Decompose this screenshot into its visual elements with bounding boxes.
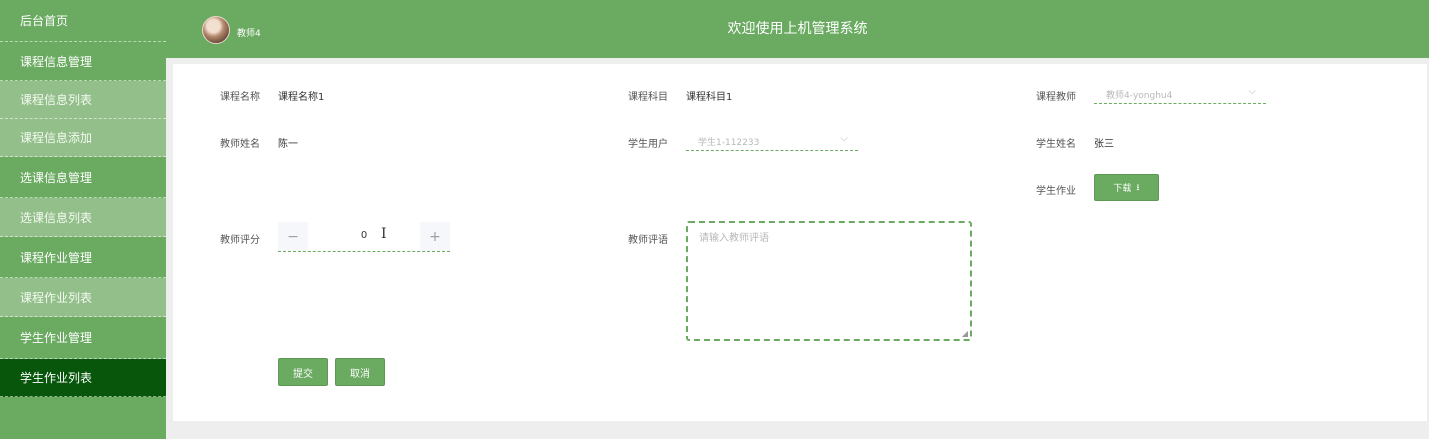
teacher-comment-label: 教师评语 [628,235,668,246]
sidebar-group-course-homework[interactable]: 课程作业管理 [0,237,166,278]
app-root: 后台首页 课程信息管理 课程信息列表 课程信息添加 选课信息管理 选课信息列表 … [0,0,1429,439]
teacher-score-input[interactable]: 0 [308,230,420,241]
course-name-label: 课程名称 [220,92,260,103]
sidebar-item-label: 学生作业列表 [20,371,93,385]
sidebar-item-course-selection-list[interactable]: 选课信息列表 [0,198,166,237]
download-icon: ⭳ [1136,182,1140,193]
course-teacher-label: 课程教师 [1036,92,1076,103]
teacher-score-label: 教师评分 [220,235,260,246]
sidebar-item-label: 课程作业列表 [20,290,93,305]
sidebar-item-label: 学生作业管理 [20,331,93,345]
resize-grip-icon[interactable]: ◢ [962,329,968,338]
student-user-label: 学生用户 [628,139,668,150]
course-name-value: 课程名称1 [278,92,325,103]
download-button-label: 下载 [1113,184,1132,194]
student-homework-label: 学生作业 [1036,186,1076,197]
teacher-comment-textarea[interactable]: 请输入教师评语 ◢ [686,221,972,341]
cancel-button[interactable]: 取消 [335,358,385,386]
submit-button[interactable]: 提交 [278,358,328,386]
sidebar-group-student-homework[interactable]: 学生作业管理 [0,317,166,359]
text-cursor-icon: I [381,226,387,242]
sidebar-item-label: 课程信息列表 [20,93,93,107]
teacher-comment-placeholder: 请输入教师评语 [699,233,769,244]
sidebar-item-label: 课程信息添加 [20,131,93,145]
teacher-name-label: 教师姓名 [220,139,260,150]
sidebar-group-course-info[interactable]: 课程信息管理 [0,42,166,81]
download-button[interactable]: 下载 ⭳ [1094,174,1159,201]
sidebar-item-label: 课程信息管理 [20,54,93,69]
sidebar-item-label: 选课信息列表 [20,210,93,225]
chevron-down-icon: ⌵ [1248,86,1256,97]
chevron-down-icon: ⌵ [840,133,848,144]
student-name-value: 张三 [1094,139,1114,150]
sidebar-item-course-info-add[interactable]: 课程信息添加 [0,119,166,157]
sidebar-item-label: 课程作业管理 [20,250,93,265]
course-subject-label: 课程科目 [628,92,668,103]
sidebar-item-label: 选课信息管理 [20,170,93,185]
sidebar-item-course-homework-list[interactable]: 课程作业列表 [0,278,166,317]
teacher-score-stepper[interactable]: − 0 I + [278,222,450,252]
student-user-select-value: 学生1-112233 [698,138,760,148]
decrement-button[interactable]: − [278,222,308,251]
course-teacher-select-value: 教师4-yonghu4 [1106,91,1173,101]
sidebar-group-course-selection[interactable]: 选课信息管理 [0,157,166,198]
increment-button[interactable]: + [420,222,450,251]
course-subject-value: 课程科目1 [686,92,733,103]
sidebar-item-student-homework-list[interactable]: 学生作业列表 [0,359,166,397]
sidebar-item-home[interactable]: 后台首页 [0,0,166,42]
form-panel: 课程名称 课程名称1 课程科目 课程科目1 课程教师 教师4-yonghu4 ⌵… [173,64,1427,421]
teacher-name-value: 陈一 [278,139,298,150]
system-title: 欢迎使用上机管理系统 [727,21,868,37]
top-header: 教师4 欢迎使用上机管理系统 [166,0,1429,58]
sidebar-item-label: 后台首页 [20,14,69,28]
sidebar: 后台首页 课程信息管理 课程信息列表 课程信息添加 选课信息管理 选课信息列表 … [0,0,166,439]
student-name-label: 学生姓名 [1036,139,1076,150]
student-user-select[interactable]: 学生1-112233 ⌵ [686,133,858,151]
course-teacher-select[interactable]: 教师4-yonghu4 ⌵ [1094,86,1266,104]
sidebar-item-course-info-list[interactable]: 课程信息列表 [0,81,166,119]
